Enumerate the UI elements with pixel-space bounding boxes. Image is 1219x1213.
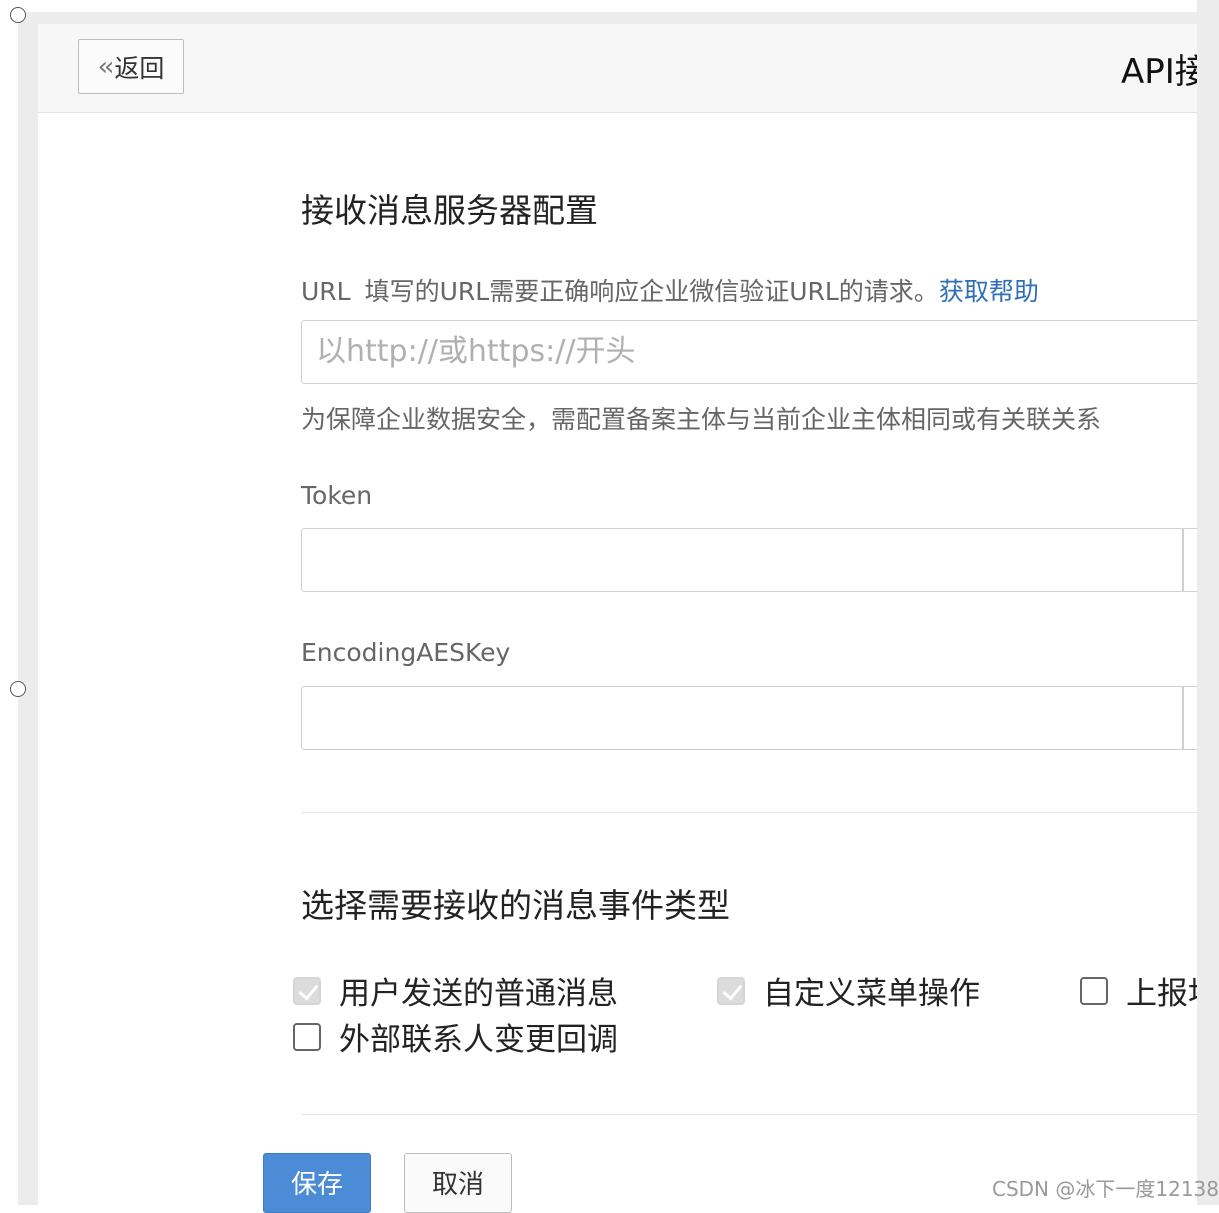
checkbox-checked-disabled[interactable] — [717, 976, 745, 1005]
api-receive-settings-panel: ‹‹ 返回 API接 接收消息服务器配置 URL 填写的URL需要正确响应企业微信… — [38, 24, 1197, 1205]
token-random-button[interactable] — [1182, 528, 1197, 592]
event-option-label: 用户发送的普通消息 — [339, 976, 618, 1012]
checkbox-checked-disabled[interactable] — [293, 976, 321, 1005]
receive-server-section-title: 接收消息服务器配置 — [301, 191, 598, 230]
aes-key-label: EncodingAESKey — [301, 638, 511, 667]
page-header: ‹‹ 返回 API接 — [38, 24, 1197, 113]
watermark: CSDN @冰下一度12138 — [992, 1177, 1219, 1201]
resize-handle-top-left[interactable] — [10, 7, 26, 23]
get-help-link[interactable]: 获取帮助 — [939, 277, 1039, 306]
event-option-label: 上报地 — [1126, 976, 1197, 1012]
window-right-edge — [1197, 0, 1219, 1205]
resize-handle-middle-left[interactable] — [10, 681, 26, 697]
event-option-external-contact[interactable]: 外部联系人变更回调 — [293, 1014, 618, 1059]
window-left-edge — [18, 12, 38, 1205]
cancel-button[interactable]: 取消 — [404, 1153, 512, 1213]
token-input[interactable] — [301, 528, 1183, 592]
save-button[interactable]: 保存 — [263, 1153, 371, 1213]
back-button[interactable]: ‹‹ 返回 — [78, 39, 184, 94]
checkbox-unchecked[interactable] — [1080, 976, 1108, 1005]
event-types-section-title: 选择需要接收的消息事件类型 — [301, 886, 730, 925]
section-divider — [301, 1114, 1197, 1115]
event-option-report-location[interactable]: 上报地 — [1080, 968, 1197, 1013]
token-label: Token — [301, 481, 373, 510]
url-description: 填写的URL需要正确响应企业微信验证URL的请求。 — [364, 277, 939, 306]
url-input[interactable]: 以http://或https://开头 — [301, 320, 1197, 384]
back-button-label: 返回 — [114, 53, 165, 83]
event-option-custom-menu[interactable]: 自定义菜单操作 — [717, 968, 980, 1013]
page-title: API接 — [1121, 52, 1197, 92]
event-option-user-message[interactable]: 用户发送的普通消息 — [293, 968, 618, 1013]
event-option-label: 外部联系人变更回调 — [339, 1022, 618, 1058]
url-label-row: URL 填写的URL需要正确响应企业微信验证URL的请求。获取帮助 — [301, 272, 1039, 308]
aes-key-random-button[interactable] — [1182, 686, 1197, 750]
event-option-label: 自定义菜单操作 — [763, 976, 980, 1012]
url-security-note: 为保障企业数据安全，需配置备案主体与当前企业主体相同或有关联关系 — [301, 405, 1102, 434]
double-chevron-left-icon: ‹‹ — [97, 51, 115, 82]
window-top-edge — [18, 12, 1198, 24]
aes-key-input[interactable] — [301, 686, 1183, 750]
checkbox-unchecked[interactable] — [293, 1022, 321, 1051]
section-divider — [301, 812, 1197, 813]
url-label: URL — [301, 277, 351, 306]
